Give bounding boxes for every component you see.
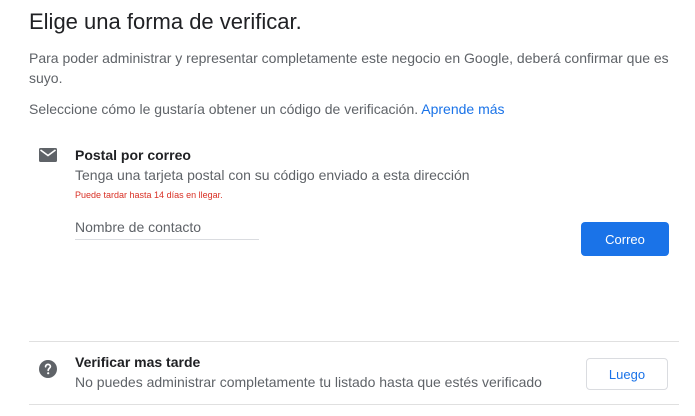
contact-name-input[interactable] xyxy=(75,215,259,240)
later-option-title: Verificar mas tarde xyxy=(75,354,201,370)
select-method-prompt: Seleccione cómo le gustaría obtener un c… xyxy=(29,99,505,119)
postal-option-description: Tenga una tarjeta postal con su código e… xyxy=(75,167,470,183)
postal-option-title: Postal por correo xyxy=(75,147,191,163)
section-divider xyxy=(29,341,679,342)
help-circle-icon xyxy=(39,360,57,378)
learn-more-link[interactable]: Aprende más xyxy=(421,101,504,117)
later-option-description: No puedes administrar completamente tu l… xyxy=(75,374,542,390)
page-title: Elige una forma de verificar. xyxy=(29,9,302,34)
later-button[interactable]: Luego xyxy=(586,358,668,390)
select-prompt-text: Seleccione cómo le gustaría obtener un c… xyxy=(29,101,419,117)
mail-button[interactable]: Correo xyxy=(581,222,669,256)
intro-text: Para poder administrar y representar com… xyxy=(29,50,669,86)
bottom-divider xyxy=(29,404,679,405)
mail-icon xyxy=(39,148,57,162)
postal-delivery-warning: Puede tardar hasta 14 días en llegar. xyxy=(75,190,223,200)
verification-page: Elige una forma de verificar. Para poder… xyxy=(0,0,695,416)
